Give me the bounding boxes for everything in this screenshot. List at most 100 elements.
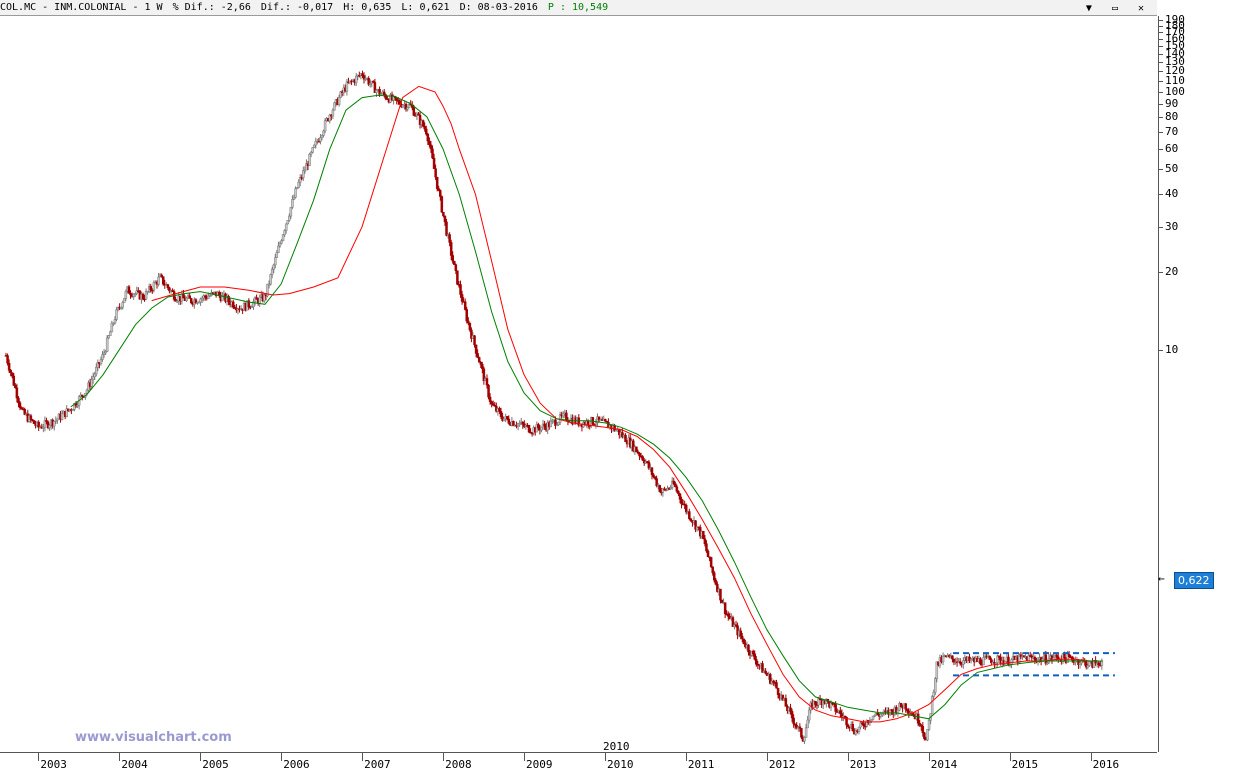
candle-body xyxy=(289,207,293,217)
candle-body xyxy=(434,168,437,178)
candle-body xyxy=(479,362,483,365)
x-tick-mark xyxy=(200,753,202,761)
dropdown-icon[interactable]: ▼ xyxy=(1083,1,1095,16)
candle-body xyxy=(454,264,458,271)
candle-body xyxy=(320,135,324,138)
candle-body xyxy=(775,682,778,689)
candle-body xyxy=(277,245,280,253)
candle-body xyxy=(958,661,962,664)
close-icon[interactable]: ✕ xyxy=(1135,1,1147,16)
x-tick-label: 2004 xyxy=(121,758,148,771)
candle-body xyxy=(375,89,378,93)
candle-body xyxy=(941,656,945,663)
candle-body xyxy=(91,376,95,381)
candle-body xyxy=(702,531,705,539)
candle-body xyxy=(60,413,64,420)
candle-body xyxy=(680,498,683,505)
candle-body xyxy=(485,378,489,386)
candle-body xyxy=(537,424,540,429)
dif-value: Dif.: -0,017 xyxy=(260,2,334,13)
symbol-label: COL.MC - INM.COLONIAL - 1 W xyxy=(0,2,163,13)
y-tick-mark xyxy=(1159,116,1163,118)
candle-body xyxy=(1067,654,1071,657)
candle-body xyxy=(1088,661,1091,666)
candle-body xyxy=(123,298,126,303)
fast-moving-average-line xyxy=(70,94,1103,720)
candle-body xyxy=(426,133,430,142)
candle-body xyxy=(284,223,288,231)
candle-body xyxy=(7,362,11,371)
y-tick-mark xyxy=(1159,81,1163,83)
candle-body xyxy=(189,298,193,303)
candle-body xyxy=(790,711,794,719)
candle-body xyxy=(653,476,657,479)
candle-body xyxy=(688,511,691,519)
chart-header: COL.MC - INM.COLONIAL - 1 W % Dif.: -2,6… xyxy=(0,0,1157,16)
candle-body xyxy=(549,421,553,428)
candle-body xyxy=(311,147,314,153)
candle-body xyxy=(803,737,806,742)
candle-body xyxy=(465,309,468,322)
candle-body xyxy=(90,379,93,387)
candle-body xyxy=(846,724,850,728)
candle-body xyxy=(982,657,985,666)
y-tick-mark xyxy=(1159,54,1163,56)
x-tick-label: 2006 xyxy=(283,758,310,771)
candle-body xyxy=(658,485,662,493)
candle-body xyxy=(442,211,445,217)
candle-body xyxy=(490,401,493,405)
candle-body xyxy=(652,474,655,477)
candle-body xyxy=(161,276,165,285)
candle-body xyxy=(747,644,750,653)
date-value: D: 08-03-2016 xyxy=(459,2,538,13)
candle-body xyxy=(507,418,511,424)
candle-body xyxy=(10,372,14,377)
candle-body xyxy=(540,426,543,431)
candle-body xyxy=(951,655,954,660)
candle-body xyxy=(113,319,117,324)
candle-body xyxy=(918,722,921,726)
restore-icon[interactable]: ▭ xyxy=(1109,1,1121,16)
candle-body xyxy=(655,478,658,486)
x-tick-label: 2003 xyxy=(40,758,67,771)
price-chart[interactable] xyxy=(0,16,1157,752)
candle-body xyxy=(792,717,795,725)
y-tick-label: 30 xyxy=(1165,219,1179,233)
candle-body xyxy=(425,128,428,135)
candle-body xyxy=(923,732,926,739)
candle-body xyxy=(439,190,442,197)
candle-body xyxy=(258,296,261,304)
candle-body xyxy=(345,81,349,92)
candle-body xyxy=(115,309,118,320)
candle-body xyxy=(473,335,476,346)
candle-body xyxy=(18,402,22,408)
y-tick-label: 90 xyxy=(1165,96,1179,110)
candle-body xyxy=(85,389,89,394)
candle-body xyxy=(675,486,679,492)
candle-body xyxy=(505,416,509,420)
x-tick-mark xyxy=(38,753,40,761)
x-tick-mark xyxy=(119,753,121,761)
candle-body xyxy=(1078,662,1082,665)
candle-body xyxy=(719,588,722,601)
y-tick-mark xyxy=(1159,194,1163,196)
candle-body xyxy=(474,344,478,354)
candle-body xyxy=(275,252,279,258)
candle-body xyxy=(460,294,464,302)
candle-body xyxy=(1097,662,1100,666)
y-tick-mark xyxy=(1159,103,1163,105)
candle-body xyxy=(270,269,274,275)
candle-body xyxy=(269,274,272,285)
candle-body xyxy=(674,483,677,488)
y-tick-mark xyxy=(1159,46,1163,48)
candle-body xyxy=(727,613,730,617)
candle-body xyxy=(476,353,479,358)
candle-body xyxy=(308,153,311,166)
candle-body xyxy=(283,230,286,236)
candle-body xyxy=(565,412,568,421)
candle-body xyxy=(101,354,104,360)
candle-body xyxy=(124,291,128,299)
candle-body xyxy=(337,97,341,105)
candle-body xyxy=(110,322,114,333)
candle-body xyxy=(543,423,546,427)
